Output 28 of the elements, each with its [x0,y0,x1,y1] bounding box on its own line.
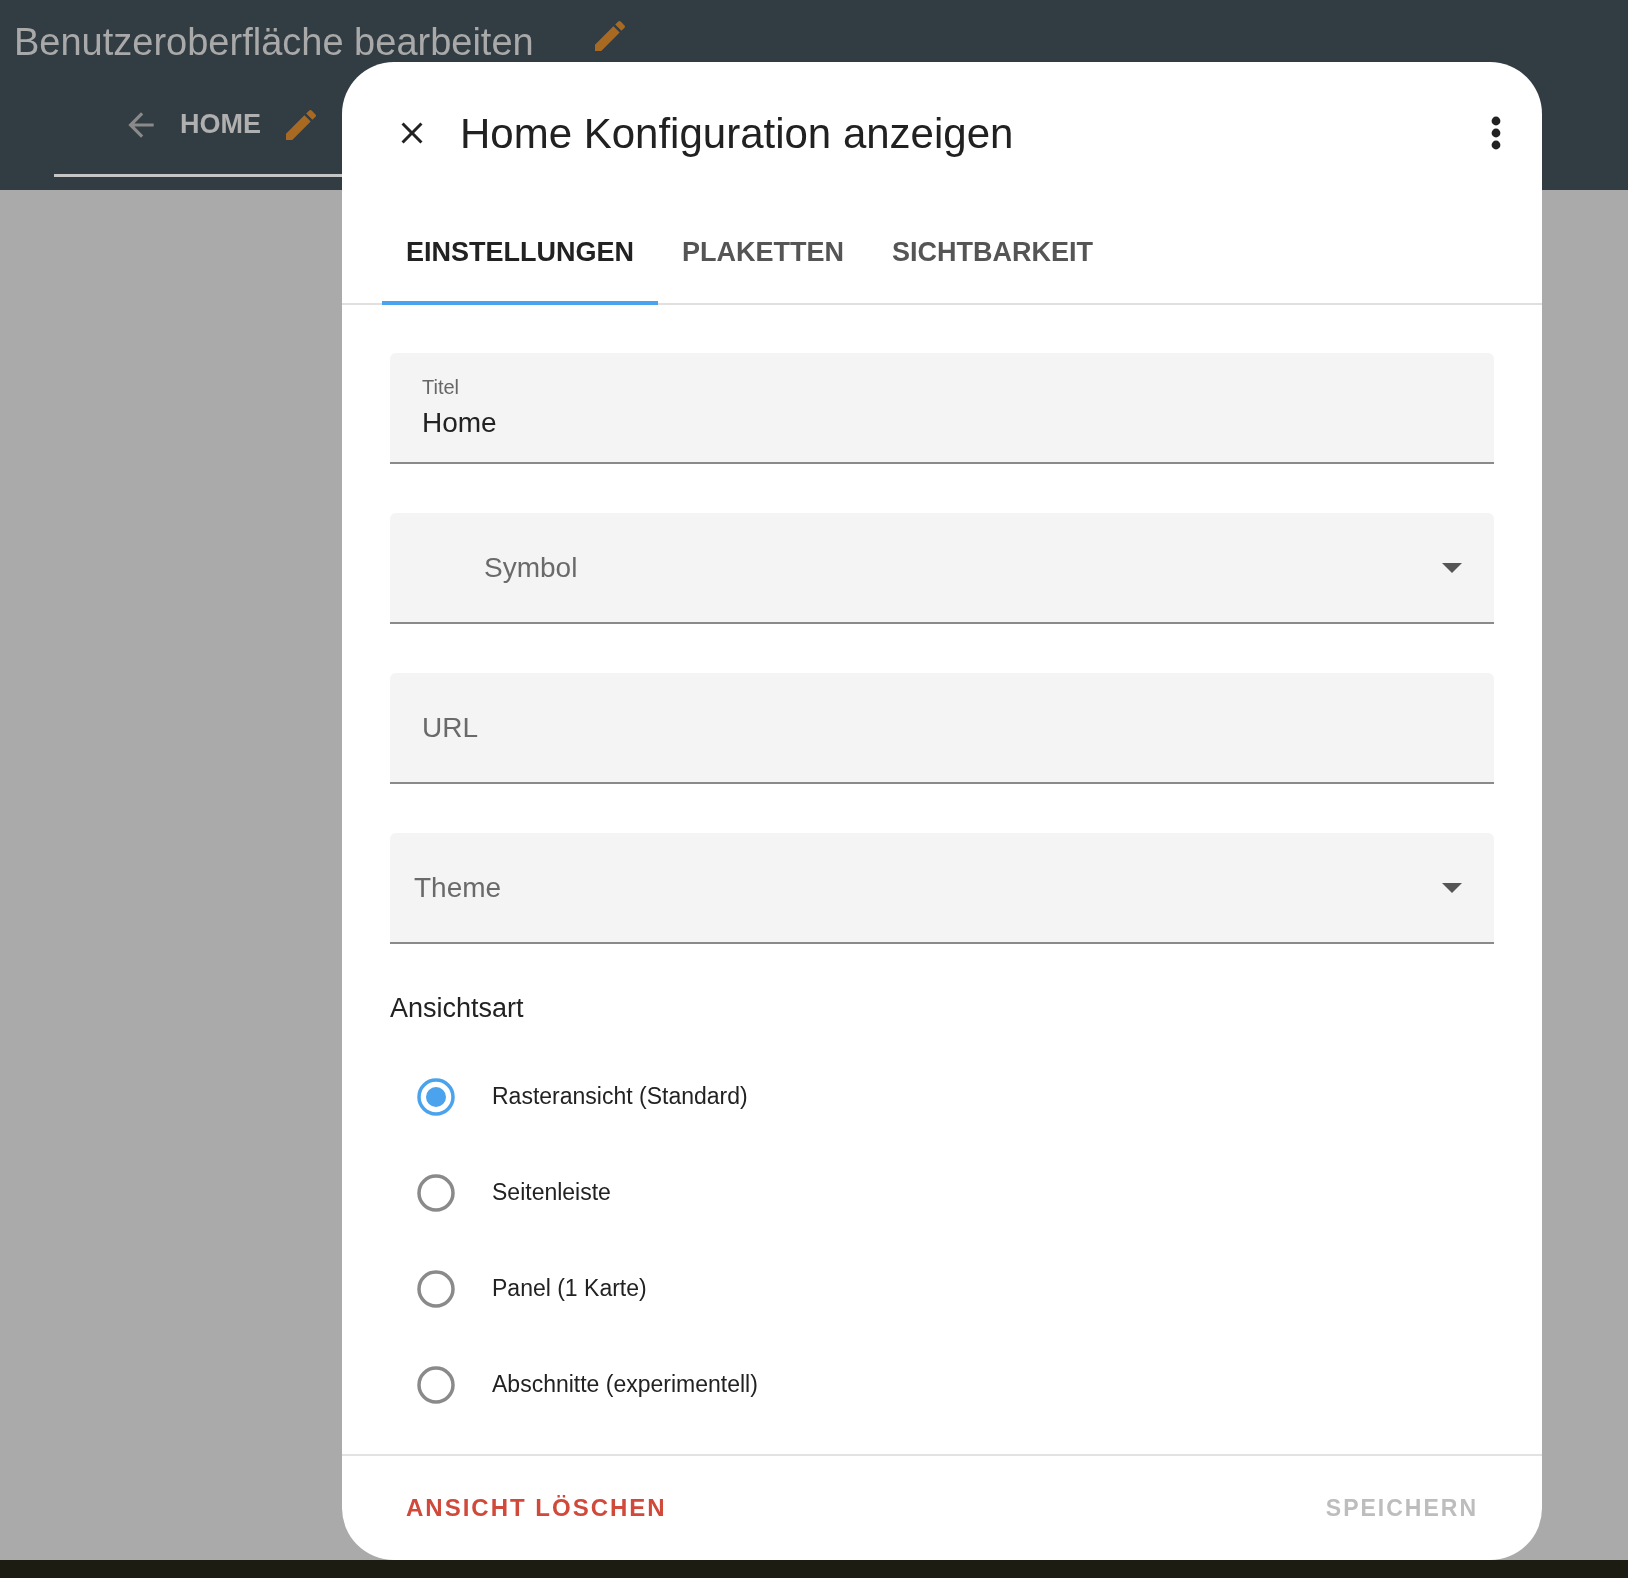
radio-button[interactable] [416,1364,456,1405]
more-options-icon[interactable] [1490,115,1502,151]
input-field[interactable]: Theme [390,833,1494,944]
section-label: Ansichtsart [390,992,525,1025]
field-value: Home [422,405,497,440]
radio-label: Seitenleiste [492,1178,611,1208]
field-label: Theme [414,870,503,905]
tab[interactable]: EINSTELLUNGEN [382,204,658,305]
delete-button[interactable]: ANSICHT LÖSCHEN [406,1490,667,1526]
radio-label: Abschnitte (experimentell) [492,1370,758,1400]
input-field[interactable]: URL [390,673,1494,784]
page-title: Benutzeroberfläche bearbeiten [13,19,534,65]
tab[interactable]: PLAKETTEN [658,204,868,305]
radio-button[interactable] [416,1268,456,1309]
radio-label: Panel (1 Karte) [492,1274,647,1304]
dropdown-caret-icon [1442,882,1462,893]
radio-button[interactable] [416,1172,456,1213]
tab[interactable]: SICHTBARKEIT [868,204,1117,305]
view-tab[interactable]: HOME [180,104,261,145]
field-label: Symbol [484,550,579,585]
dialog-title: Home Konfiguration anzeigen [460,108,1015,159]
field-label: URL [422,710,478,745]
input-field[interactable]: Symbol [390,513,1494,624]
radio-button[interactable] [416,1076,456,1117]
field-label: Titel [422,374,461,400]
input-field[interactable]: Titel Home [390,353,1494,464]
radio-label: Rasteransicht (Standard) [492,1082,748,1112]
dropdown-caret-icon [1442,562,1462,573]
